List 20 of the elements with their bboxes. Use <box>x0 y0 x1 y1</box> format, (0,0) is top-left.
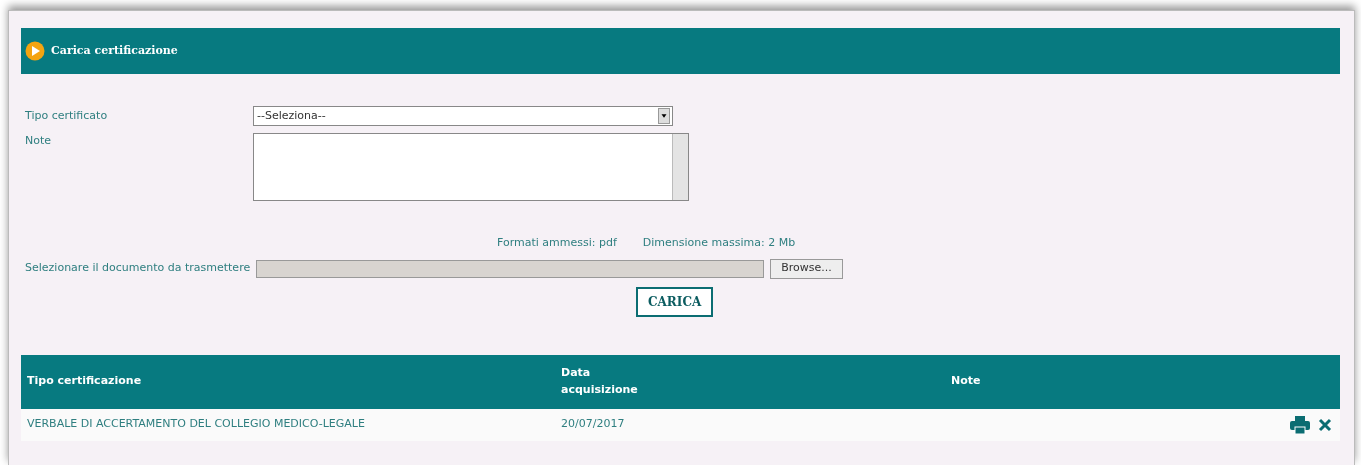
table-cell: 20/07/2017 <box>561 417 625 431</box>
certificate-type-select[interactable]: --Seleziona-- <box>253 106 673 126</box>
play-icon <box>25 41 45 61</box>
notes-textarea[interactable] <box>253 133 689 201</box>
formats-note: Formati ammessi: pdf <box>497 235 617 251</box>
print-icon[interactable] <box>1290 415 1310 434</box>
panel-title: Carica certificazione <box>51 42 178 59</box>
upload-button[interactable]: CARICA <box>636 286 714 317</box>
column-header: Note <box>951 374 981 388</box>
field-label: Note <box>25 133 53 149</box>
file-input[interactable] <box>256 259 765 278</box>
size-note: Dimensione massima: 2 Mb <box>642 235 796 251</box>
table-cell: VERBALE DI ACCERTAMENTO DEL COLLEGIO MEDICO-LEGALE <box>27 417 365 431</box>
browse-button[interactable]: Browse... <box>770 258 843 279</box>
column-header: Tipo certificazione <box>27 374 142 388</box>
field-label: Selezionare il documento da trasmettere <box>25 260 251 277</box>
field-label: Tipo certificato <box>25 107 109 124</box>
column-header: Data acquisizione <box>561 365 639 398</box>
close-icon[interactable] <box>1318 417 1332 432</box>
scrollbar[interactable] <box>672 134 688 200</box>
